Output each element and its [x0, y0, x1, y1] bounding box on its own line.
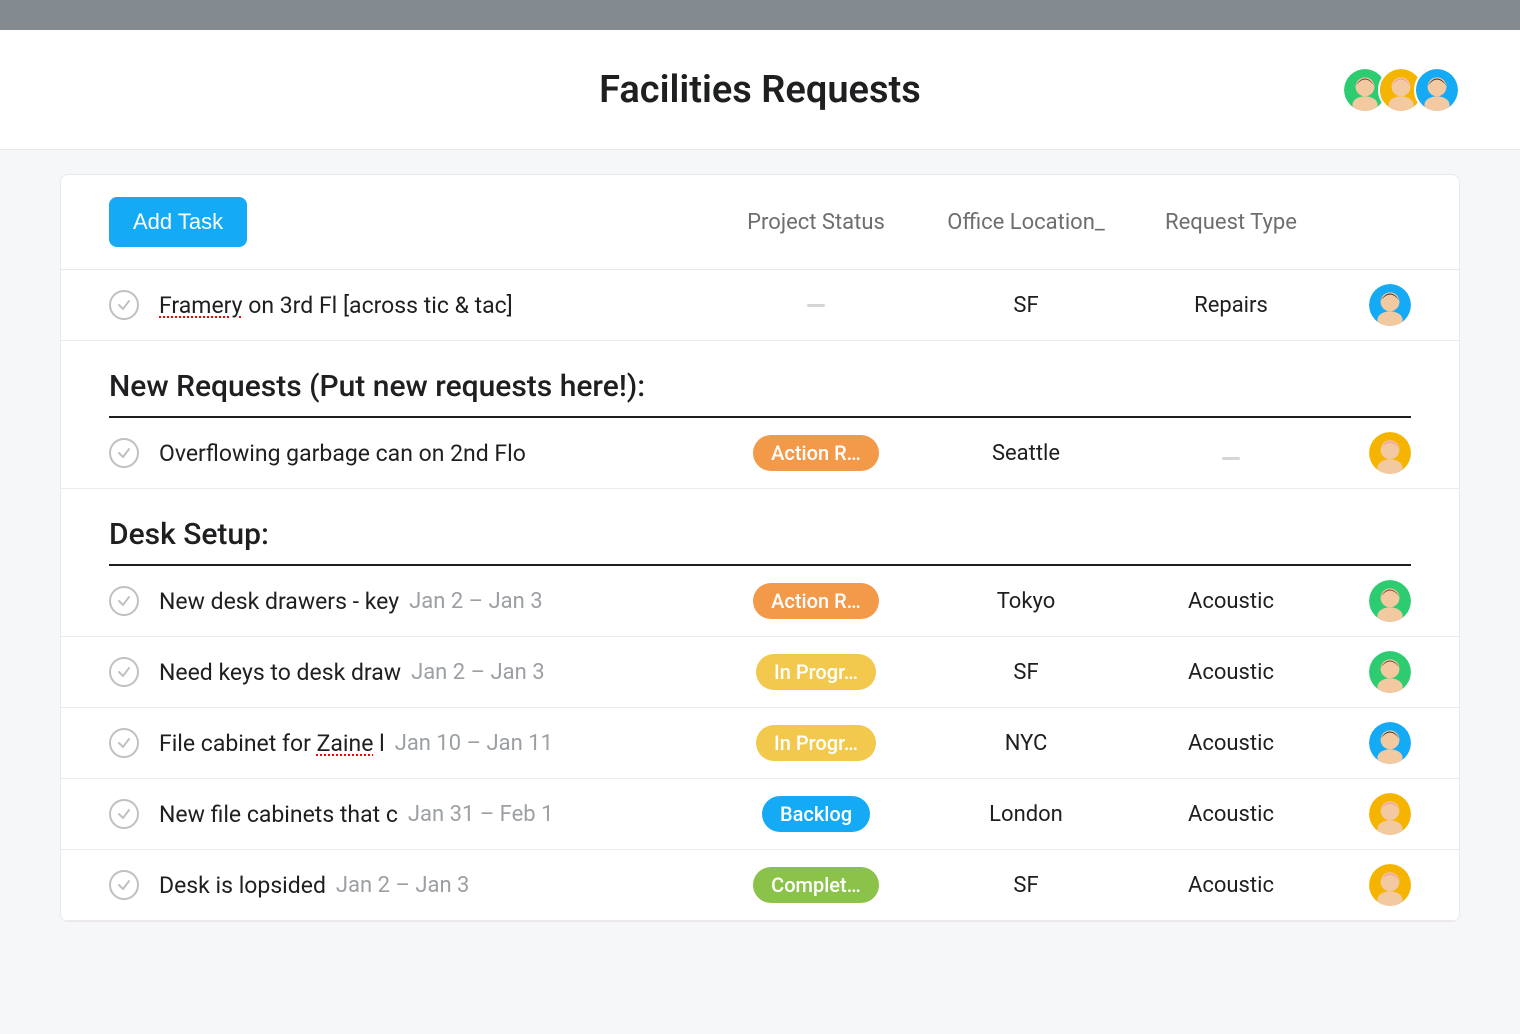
cell-assignee[interactable] [1331, 651, 1411, 693]
task-name[interactable]: File cabinet for Zaine l [159, 730, 385, 757]
column-header-status[interactable]: Project Status [711, 210, 921, 235]
column-header-assignee [1331, 210, 1411, 235]
complete-toggle[interactable] [109, 657, 139, 687]
cell-location[interactable]: SF [921, 660, 1131, 685]
task-row[interactable]: Overflowing garbage can on 2nd Flo Actio… [61, 418, 1459, 489]
task-row[interactable]: New desk drawers - key Jan 2 – Jan 3 Act… [61, 566, 1459, 637]
cell-location[interactable]: SF [921, 293, 1131, 318]
status-pill[interactable]: Complet… [753, 867, 879, 903]
page-header: Facilities Requests [0, 30, 1520, 150]
task-name[interactable]: Desk is lopsided [159, 872, 326, 899]
avatar[interactable] [1369, 864, 1411, 906]
task-date: Jan 10 – Jan 11 [395, 731, 553, 756]
cell-status[interactable]: Action R… [711, 435, 921, 471]
add-task-button[interactable]: Add Task [109, 197, 247, 247]
status-pill[interactable]: Action R… [753, 583, 879, 619]
cell-type[interactable]: Acoustic [1131, 873, 1331, 898]
cell-assignee[interactable] [1331, 722, 1411, 764]
empty-value [807, 304, 825, 307]
page-title: Facilities Requests [599, 68, 921, 112]
status-pill[interactable]: Backlog [762, 796, 870, 832]
cell-status[interactable]: Backlog [711, 796, 921, 832]
cell-location[interactable]: Seattle [921, 441, 1131, 466]
avatar[interactable] [1414, 67, 1460, 113]
cell-assignee[interactable] [1331, 432, 1411, 474]
column-header-location[interactable]: Office Location_ [921, 210, 1131, 235]
complete-toggle[interactable] [109, 438, 139, 468]
avatar[interactable] [1369, 651, 1411, 693]
cell-type[interactable]: Acoustic [1131, 731, 1331, 756]
status-pill[interactable]: Action R… [753, 435, 879, 471]
status-pill[interactable]: In Progr… [756, 725, 876, 761]
task-row[interactable]: Framery on 3rd Fl [across tic & tac] SF … [61, 270, 1459, 341]
cell-status[interactable]: Action R… [711, 583, 921, 619]
task-date: Jan 31 – Feb 1 [408, 802, 554, 827]
task-list-panel: Add Task Project Status Office Location_… [60, 174, 1460, 922]
cell-status[interactable]: In Progr… [711, 725, 921, 761]
avatar[interactable] [1369, 580, 1411, 622]
cell-assignee[interactable] [1331, 793, 1411, 835]
avatar[interactable] [1369, 793, 1411, 835]
cell-type[interactable]: Acoustic [1131, 802, 1331, 827]
complete-toggle[interactable] [109, 799, 139, 829]
cell-type[interactable]: Acoustic [1131, 589, 1331, 614]
status-pill[interactable]: In Progr… [756, 654, 876, 690]
task-date: Jan 2 – Jan 3 [409, 589, 543, 614]
avatar[interactable] [1369, 432, 1411, 474]
empty-value [1222, 457, 1240, 460]
cell-type[interactable]: Acoustic [1131, 660, 1331, 685]
cell-location[interactable]: London [921, 802, 1131, 827]
avatar[interactable] [1369, 722, 1411, 764]
cell-type[interactable] [1131, 441, 1331, 466]
cell-assignee[interactable] [1331, 580, 1411, 622]
cell-type[interactable]: Repairs [1131, 293, 1331, 318]
cell-assignee[interactable] [1331, 284, 1411, 326]
cell-status[interactable]: Complet… [711, 867, 921, 903]
task-name[interactable]: Framery on 3rd Fl [across tic & tac] [159, 292, 513, 319]
cell-status[interactable]: In Progr… [711, 654, 921, 690]
task-name[interactable]: New file cabinets that c [159, 801, 398, 828]
task-row[interactable]: File cabinet for Zaine l Jan 10 – Jan 11… [61, 708, 1459, 779]
task-date: Jan 2 – Jan 3 [411, 660, 545, 685]
window-chrome [0, 0, 1520, 30]
complete-toggle[interactable] [109, 290, 139, 320]
complete-toggle[interactable] [109, 728, 139, 758]
section-header[interactable]: Desk Setup: [109, 489, 1411, 566]
column-headers: Project Status Office Location_ Request … [711, 210, 1411, 235]
task-name[interactable]: New desk drawers - key [159, 588, 399, 615]
task-name[interactable]: Need keys to desk draw [159, 659, 401, 686]
complete-toggle[interactable] [109, 586, 139, 616]
cell-assignee[interactable] [1331, 864, 1411, 906]
complete-toggle[interactable] [109, 870, 139, 900]
task-date: Jan 2 – Jan 3 [336, 873, 470, 898]
cell-status[interactable] [711, 304, 921, 307]
column-header-type[interactable]: Request Type [1131, 210, 1331, 235]
cell-location[interactable]: Tokyo [921, 589, 1131, 614]
cell-location[interactable]: SF [921, 873, 1131, 898]
task-row[interactable]: Desk is lopsided Jan 2 – Jan 3 Complet… … [61, 850, 1459, 921]
task-name[interactable]: Overflowing garbage can on 2nd Flo [159, 440, 526, 467]
panel-toolbar: Add Task Project Status Office Location_… [61, 175, 1459, 270]
task-row[interactable]: New file cabinets that c Jan 31 – Feb 1 … [61, 779, 1459, 850]
section-header[interactable]: New Requests (Put new requests here!): [109, 341, 1411, 418]
task-row[interactable]: Need keys to desk draw Jan 2 – Jan 3 In … [61, 637, 1459, 708]
avatar[interactable] [1369, 284, 1411, 326]
cell-location[interactable]: NYC [921, 731, 1131, 756]
project-members[interactable] [1352, 67, 1460, 113]
